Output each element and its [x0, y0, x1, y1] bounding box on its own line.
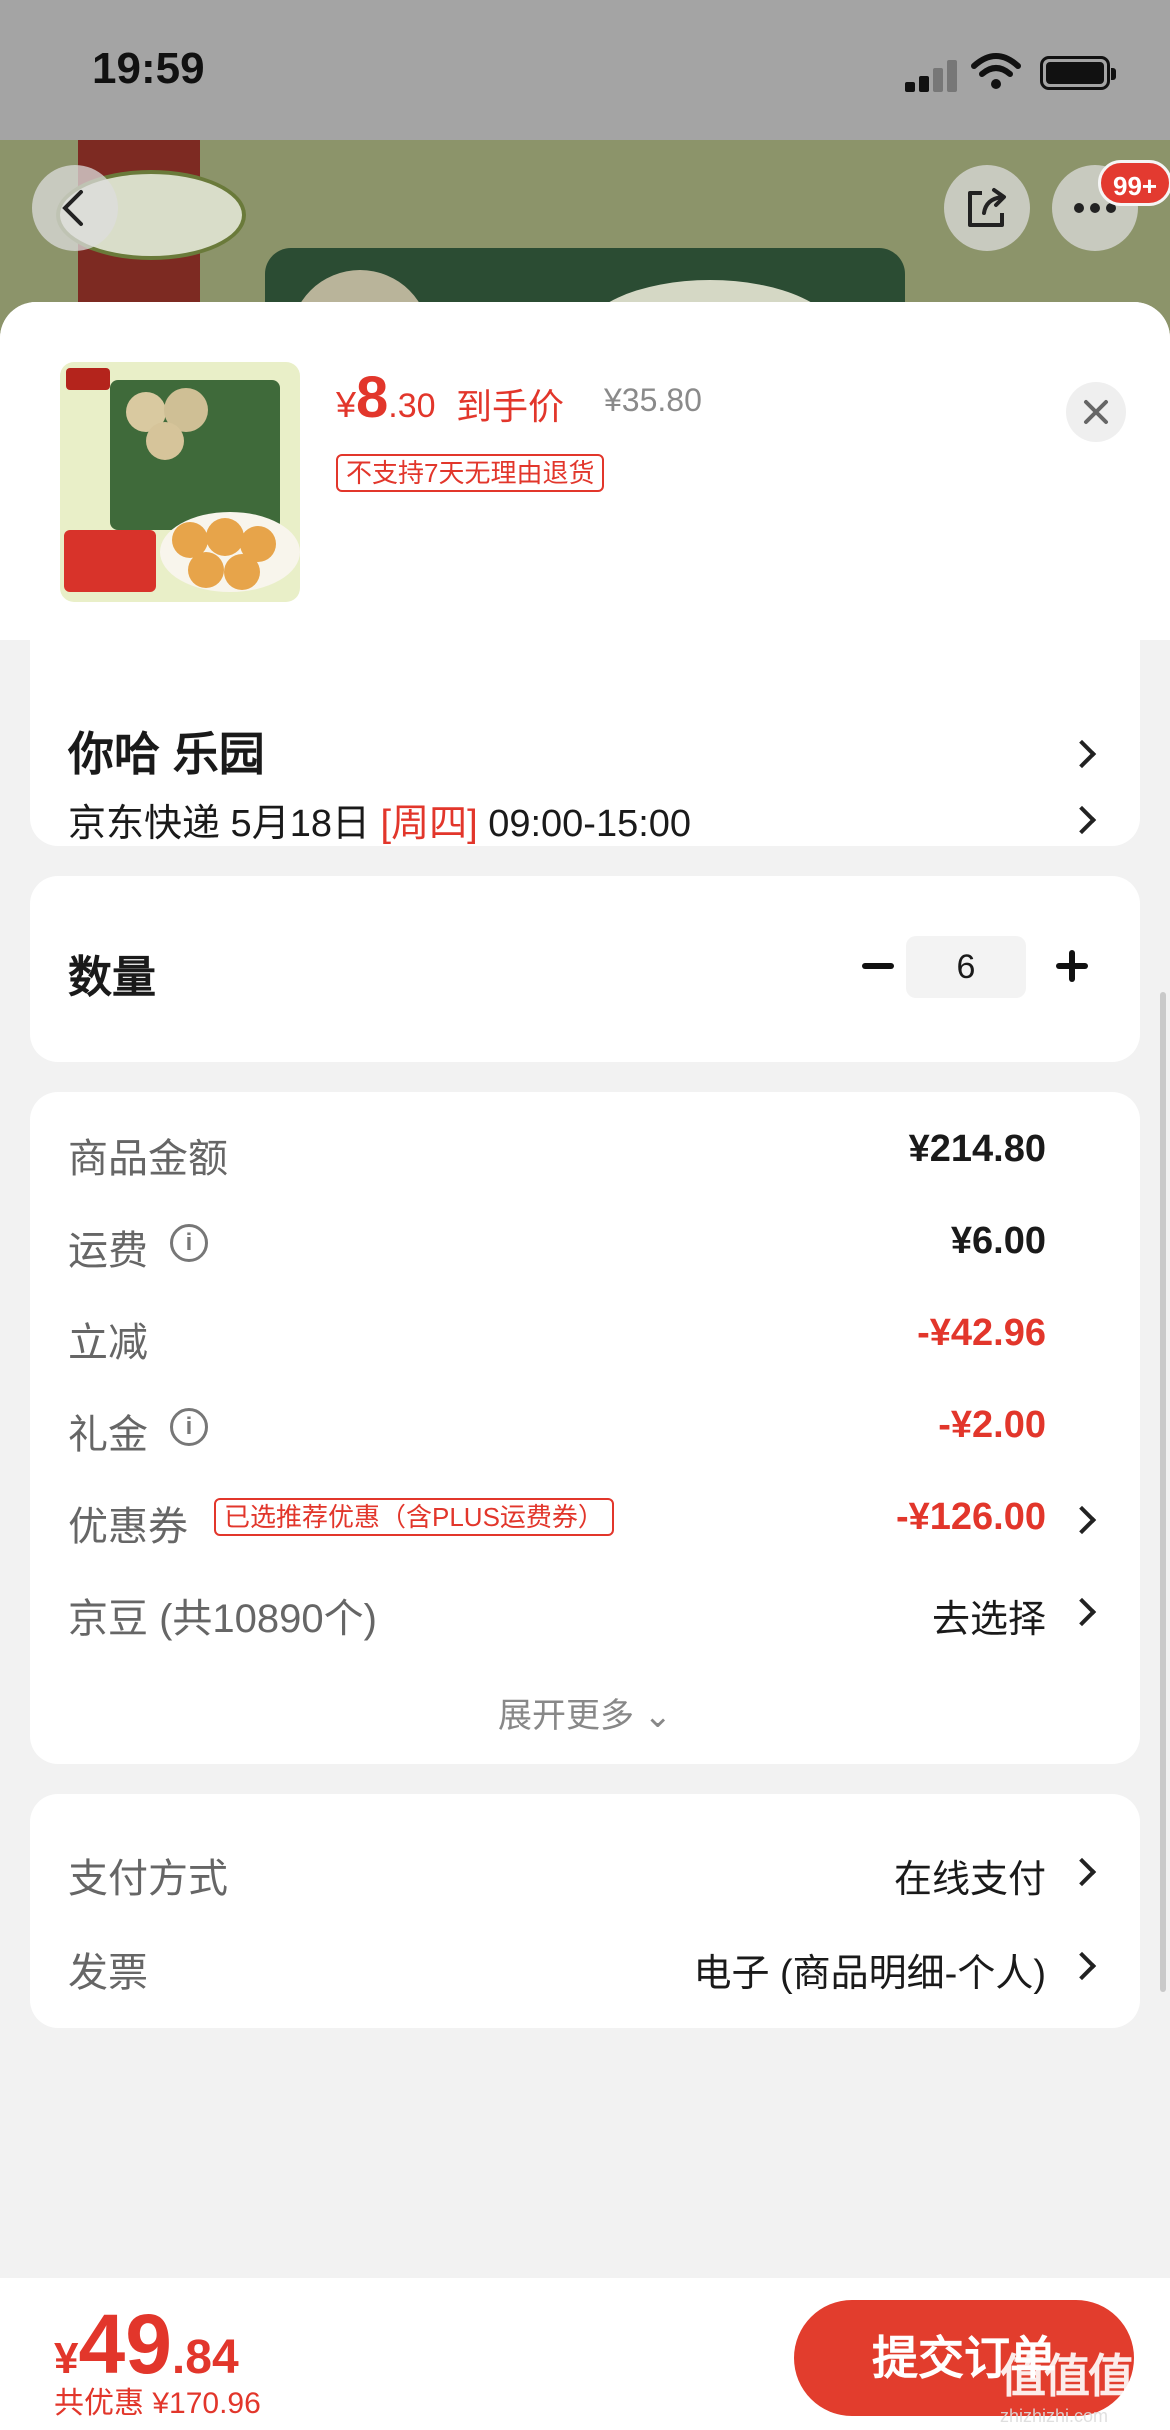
delivery-time: 09:00-15:00 — [488, 803, 692, 845]
chevron-left-icon — [62, 190, 83, 226]
price-decimal: .30 — [388, 387, 436, 425]
thumbnail-meatball — [146, 422, 184, 460]
total-saving: 共优惠 ¥170.96 — [54, 2387, 261, 2420]
expand-more-link[interactable]: 展开更多 ⌄ — [30, 1688, 1140, 1737]
share-button[interactable] — [944, 165, 1030, 251]
close-button[interactable] — [1066, 382, 1126, 442]
goods-amount-row: 商品金额 ¥214.80 — [30, 1120, 1140, 1181]
chevron-right-icon — [1067, 1857, 1097, 1887]
scrollbar[interactable] — [1160, 992, 1166, 1992]
watermark-sub: zhizhizhi.com — [1000, 2406, 1109, 2426]
info-icon[interactable]: i — [170, 1224, 208, 1262]
original-price: ¥35.80 — [604, 382, 702, 418]
chevron-right-icon — [1067, 1597, 1097, 1627]
wifi-icon — [971, 53, 1021, 89]
beans-row[interactable]: 京豆 (共10890个) 去选择 — [30, 1580, 1140, 1641]
minus-icon — [862, 963, 894, 969]
shipping-label: 运费 — [68, 1229, 148, 1273]
bottom-bar: ¥49.84 共优惠 ¥170.96 提交订单 — [0, 2278, 1170, 2430]
sku-price: ¥8.30 — [336, 364, 436, 431]
amount-card: 商品金额 ¥214.80 运费 i ¥6.00 立减 -¥42.96 礼金 i … — [30, 1092, 1140, 1764]
price-label: 到手价 — [456, 386, 565, 427]
gift-label: 礼金 — [68, 1413, 148, 1457]
payment-method-value: 在线支付 — [893, 1859, 1046, 1901]
gift-value: -¥2.00 — [938, 1404, 1046, 1446]
status-time: 19:59 — [92, 44, 205, 93]
gift-row: 礼金 i -¥2.00 — [30, 1396, 1140, 1457]
quantity-decrease-button[interactable] — [848, 936, 908, 996]
chevron-right-icon — [1067, 1951, 1097, 1981]
thumbnail-meatball — [224, 554, 260, 590]
beans-value: 去选择 — [931, 1599, 1046, 1641]
status-bar: 19:59 — [0, 0, 1170, 140]
quantity-card: 数量 6 — [30, 876, 1140, 1062]
invoice-label: 发票 — [68, 1951, 148, 1995]
total-symbol: ¥ — [54, 2334, 79, 2383]
thumbnail-logo — [66, 368, 110, 390]
invoice-row[interactable]: 发票 电子 (商品明细-个人) — [30, 1934, 1140, 1995]
info-icon[interactable]: i — [170, 1408, 208, 1446]
beans-label: 京豆 (共10890个) — [68, 1597, 377, 1641]
thumbnail-meatball — [188, 552, 224, 588]
close-icon — [1084, 400, 1108, 424]
chevron-right-icon — [1067, 739, 1097, 769]
total-decimal: .84 — [171, 2331, 239, 2384]
coupon-tag: 已选推荐优惠（含PLUS运费券） — [214, 1498, 614, 1536]
delivery-method: 京东快递 5月18日 — [68, 803, 370, 845]
thumbnail-feature-tags — [64, 530, 156, 592]
thumbnail-meatball — [206, 518, 244, 556]
shipping-row: 运费 i ¥6.00 — [30, 1212, 1140, 1273]
delivery-weekday: [周四] — [380, 803, 478, 845]
watermark-main: 值值值 — [1000, 2350, 1134, 2402]
chevron-right-icon — [1067, 805, 1097, 835]
quantity-increase-button[interactable] — [1042, 936, 1102, 996]
goods-amount-value: ¥214.80 — [908, 1128, 1046, 1170]
total-integer: 49 — [78, 2297, 172, 2391]
delivery-row[interactable]: 京东快递 5月18日 [周四] 09:00-15:00 — [68, 792, 691, 847]
discount-value: -¥42.96 — [917, 1312, 1046, 1354]
sku-header: ¥8.30 到手价 ¥35.80 不支持7天无理由退货 — [0, 302, 1170, 640]
order-sheet: ¥8.30 到手价 ¥35.80 不支持7天无理由退货 你哈 乐园 京东快递 5… — [0, 302, 1170, 2430]
shipping-value: ¥6.00 — [950, 1220, 1046, 1262]
coupon-row[interactable]: 优惠券 已选推荐优惠（含PLUS运费券） -¥126.00 — [30, 1488, 1140, 1549]
price-integer: 8 — [356, 365, 389, 430]
goods-amount-label: 商品金额 — [68, 1137, 228, 1181]
watermark: 值值值 zhizhizhi.com — [1000, 2340, 1160, 2426]
address-name: 你哈 乐园 — [68, 728, 265, 780]
payment-method-label: 支付方式 — [68, 1857, 228, 1901]
payment-card: 支付方式 在线支付 发票 电子 (商品明细-个人) — [30, 1794, 1140, 2028]
coupon-label: 优惠券 — [68, 1505, 188, 1549]
invoice-value: 电子 (商品明细-个人) — [693, 1953, 1046, 1995]
product-thumbnail — [60, 362, 300, 602]
chevron-right-icon — [1067, 1505, 1097, 1535]
battery-icon — [1040, 56, 1116, 90]
quantity-label: 数量 — [68, 953, 156, 1002]
price-symbol: ¥ — [336, 384, 357, 425]
discount-label: 立减 — [68, 1321, 148, 1365]
back-button[interactable] — [32, 165, 118, 251]
discount-row: 立减 -¥42.96 — [30, 1304, 1140, 1365]
signal-icon — [905, 60, 961, 92]
return-policy-tag: 不支持7天无理由退货 — [336, 454, 605, 492]
quantity-input[interactable]: 6 — [906, 936, 1026, 998]
share-icon — [968, 188, 1006, 227]
coupon-value: -¥126.00 — [895, 1496, 1046, 1538]
payment-method-row[interactable]: 支付方式 在线支付 — [30, 1840, 1140, 1901]
message-badge: 99+ — [1098, 160, 1170, 206]
